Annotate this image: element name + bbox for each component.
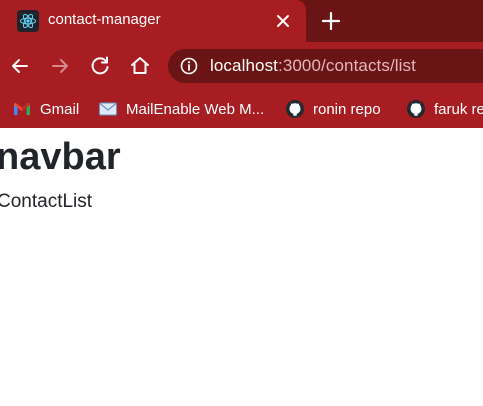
browser-toolbar: localhost:3000/contacts/list [0,42,483,90]
bookmark-label: faruk re [434,100,483,118]
reload-icon[interactable] [88,54,112,78]
url-host: localhost [210,56,278,75]
url-path: :3000/contacts/list [278,56,416,75]
url-text: localhost:3000/contacts/list [210,56,416,76]
new-tab-button[interactable] [320,10,342,32]
react-logo-icon [17,10,39,32]
github-icon [406,99,426,119]
bookmark-faruk-repo[interactable]: faruk re [406,97,483,121]
tab-title: contact-manager [48,11,161,28]
bookmarks-bar: Gmail MailEnable Web M... ronin repo far… [0,90,483,128]
forward-arrow-icon[interactable] [48,54,72,78]
bookmark-gmail[interactable]: Gmail [12,97,79,121]
site-info-icon[interactable] [180,57,198,75]
home-icon[interactable] [128,54,152,78]
tab-contact-manager[interactable]: contact-manager [0,0,306,42]
bookmark-label: ronin repo [313,100,381,118]
page-heading: navbar [0,136,121,178]
close-tab-icon[interactable] [273,11,293,31]
bookmark-ronin-repo[interactable]: ronin repo [285,97,381,121]
back-arrow-icon[interactable] [8,54,32,78]
mail-envelope-icon [98,99,118,119]
tab-strip: contact-manager [0,0,483,42]
bookmark-label: MailEnable Web M... [126,100,265,118]
bookmark-mailenable[interactable]: MailEnable Web M... [98,97,264,121]
gmail-icon [12,99,32,119]
page-content: navbar ContactList [0,128,483,406]
contact-list-text: ContactList [0,191,93,212]
bookmark-label: Gmail [40,100,80,118]
github-icon [285,99,305,119]
address-bar[interactable]: localhost:3000/contacts/list [168,49,483,83]
